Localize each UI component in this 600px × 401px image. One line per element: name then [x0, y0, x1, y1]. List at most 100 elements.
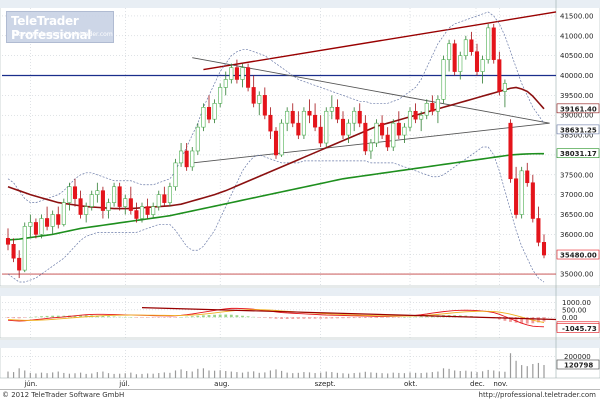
volume-bar	[414, 372, 417, 378]
candle-body	[139, 206, 145, 219]
volume-bar	[52, 372, 54, 378]
watermark-url: http://professional.teletrader.com	[12, 31, 113, 38]
candle-body	[340, 118, 346, 136]
volume-bar	[107, 373, 110, 378]
volume-bar	[208, 370, 210, 378]
volume-bar	[381, 373, 383, 378]
volume-bar	[12, 372, 15, 378]
macd-histogram-bar	[336, 317, 339, 319]
volume-bar	[465, 370, 467, 378]
volume-bar	[219, 370, 221, 378]
candle-body	[156, 194, 161, 207]
volume-bar	[543, 364, 545, 378]
candle-body	[463, 39, 468, 56]
volume-bar	[269, 370, 272, 378]
candle-body	[502, 83, 507, 92]
candle-body	[352, 110, 357, 124]
x-tick-label: okt.	[404, 380, 417, 388]
volume-bar	[392, 372, 394, 378]
volume-bar	[526, 366, 528, 378]
candle-body	[240, 67, 245, 80]
candle-body	[273, 130, 279, 156]
volume-bar	[470, 371, 473, 378]
y-tick-label: 41500.00	[560, 12, 593, 20]
volume-bar	[57, 371, 59, 378]
candle-body	[234, 67, 239, 80]
macd-histogram-bar	[140, 317, 144, 318]
macd-histogram-bar	[341, 317, 345, 319]
candle-body	[419, 114, 424, 120]
macd-panel-header-bg	[0, 288, 600, 296]
candle-body	[184, 150, 189, 168]
volume-bar	[68, 373, 71, 378]
volume-bar	[241, 372, 244, 378]
volume-bar	[532, 364, 534, 378]
candle-body	[525, 170, 530, 184]
candle-body	[407, 110, 413, 128]
macd-histogram-bar	[347, 317, 350, 319]
candle-body	[491, 27, 496, 60]
candle-body	[22, 226, 27, 271]
macd-histogram-bar	[190, 316, 194, 318]
y-tick-label: 37000.00	[560, 191, 593, 199]
volume-bar	[163, 372, 165, 378]
macd-histogram-bar	[168, 317, 172, 318]
candle-body	[474, 51, 480, 72]
macd-histogram-bar	[380, 317, 384, 318]
volume-bar	[102, 371, 104, 378]
macd-histogram-bar	[246, 316, 250, 318]
candle-body	[173, 162, 178, 188]
x-tick-label: júl.	[118, 380, 130, 388]
macd-histogram-bar	[224, 314, 228, 318]
macd-histogram-bar	[414, 316, 417, 318]
macd-histogram-bar	[352, 317, 356, 319]
volume-bar	[487, 369, 489, 378]
macd-histogram-bar	[391, 317, 395, 318]
volume-bar	[387, 373, 389, 378]
volume-bar	[85, 373, 87, 378]
candle-body	[486, 27, 491, 60]
candle-body	[380, 122, 385, 136]
macd-histogram-bar	[179, 317, 183, 318]
candle-body	[396, 122, 401, 136]
volume-bar	[186, 371, 188, 378]
candle-body	[11, 244, 16, 259]
candle-body	[117, 186, 122, 207]
macd-histogram-bar	[213, 314, 216, 318]
candle-body	[33, 222, 38, 235]
candle-body	[441, 59, 446, 100]
candle-body	[45, 218, 50, 227]
macd-histogram-bar	[285, 317, 289, 319]
macd-histogram-bar	[151, 317, 155, 318]
volume-bar	[398, 372, 400, 378]
volume-bar	[40, 372, 43, 378]
candle-body	[402, 126, 407, 136]
volume-bar	[191, 371, 193, 378]
macd-histogram-bar	[174, 317, 177, 318]
candle-body	[218, 87, 223, 104]
macd-histogram-bar	[257, 317, 261, 318]
volume-bar	[124, 373, 126, 378]
volume-bar	[353, 373, 355, 378]
candle-body	[257, 95, 262, 104]
copyright-text: © 2012 TeleTrader Software GmbH	[2, 391, 125, 399]
candle-body	[201, 106, 206, 128]
candle-body	[262, 95, 267, 116]
candle-body	[530, 182, 535, 219]
candle-body	[447, 43, 452, 60]
macd-histogram-bar	[302, 317, 306, 319]
volume-bar	[292, 373, 294, 378]
macd-histogram-bar	[229, 314, 233, 318]
macd-histogram-bar	[419, 316, 423, 318]
macd-histogram-bar	[324, 317, 328, 319]
volume-bar	[308, 372, 311, 378]
macd-histogram-bar	[313, 317, 317, 319]
volume-bar	[35, 373, 37, 378]
candle-body	[346, 122, 351, 136]
volume-bar	[146, 373, 149, 378]
volume-bar	[29, 372, 31, 378]
volume-bar	[253, 371, 255, 378]
volume-bar	[247, 371, 249, 378]
candle-body	[296, 122, 301, 136]
volume-bar	[459, 371, 461, 378]
